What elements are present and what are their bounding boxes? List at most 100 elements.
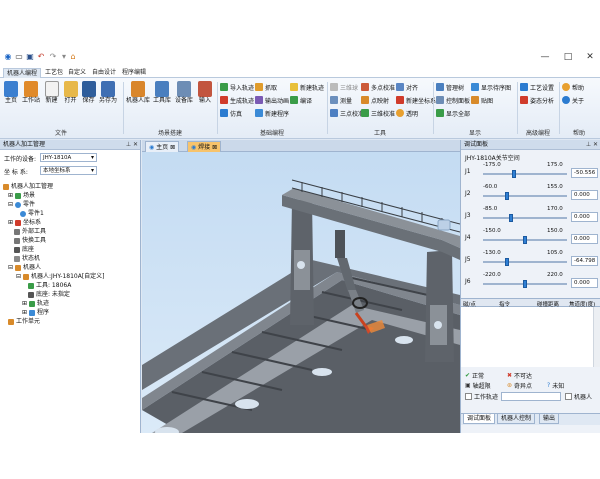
tree-item-robot[interactable]: ⊟ 机器人: [8, 264, 41, 272]
new-program-button[interactable]: 新建程序: [255, 108, 289, 118]
joint-slider-thumb[interactable]: [504, 258, 509, 266]
import-track-button[interactable]: 导入轨迹: [220, 82, 254, 92]
home-icon[interactable]: ⌂: [68, 52, 78, 62]
tab-output[interactable]: 输出: [539, 414, 560, 424]
tab-free-design[interactable]: 自由设计: [90, 68, 118, 78]
tree-item-track[interactable]: ⊞ 轨迹: [22, 300, 49, 308]
simulate-button[interactable]: 仿真: [220, 108, 242, 118]
maximize-button[interactable]: □: [561, 51, 575, 63]
process-settings-button[interactable]: 工艺设置: [520, 82, 554, 92]
tree-item-part1[interactable]: 零件1: [20, 210, 44, 218]
open-button[interactable]: 打开: [62, 81, 79, 105]
three-point-calibration-button[interactable]: 三点校准: [330, 108, 364, 118]
tree-item-work-unit[interactable]: 工作单元: [8, 318, 40, 326]
tab-custom[interactable]: 自定义: [66, 68, 88, 78]
help-button[interactable]: 帮助: [562, 82, 584, 92]
joint-slider-thumb[interactable]: [511, 170, 516, 178]
tree-item-quick-tools[interactable]: 快换工具: [14, 237, 46, 245]
tree-item-base[interactable]: 底座: [14, 246, 34, 254]
generate-track-button[interactable]: 生成轨迹: [220, 95, 254, 105]
texture-button[interactable]: 贴图: [471, 95, 493, 105]
tree-item-parts[interactable]: ⊟ 零件: [8, 201, 35, 209]
show-all-button[interactable]: 显示全部: [436, 108, 470, 118]
point-mapping-button[interactable]: 点映射: [361, 95, 389, 105]
tree-item-robot-base[interactable]: 底座: 未指定: [28, 291, 70, 299]
tree-item-program[interactable]: ⊞ 程序: [22, 309, 49, 317]
save-icon[interactable]: ▣: [25, 52, 35, 62]
tab-welding[interactable]: ◉ 焊接 ⊠: [187, 141, 222, 152]
tab-process-package[interactable]: 工艺包: [43, 68, 65, 78]
input-button[interactable]: 输入: [196, 81, 214, 105]
joint-slider-thumb[interactable]: [523, 236, 527, 244]
tool-library-button[interactable]: 工具库: [152, 81, 172, 105]
joint-value-input[interactable]: 0.000: [571, 234, 598, 244]
3d-ball-button[interactable]: 三维球: [330, 82, 358, 92]
workstation-button[interactable]: 工作站: [21, 81, 41, 105]
new-button[interactable]: 新建: [43, 81, 60, 105]
pose-analysis-button[interactable]: 姿态分析: [520, 95, 554, 105]
joint-value-input[interactable]: -50.556: [571, 168, 598, 178]
joint-slider-track[interactable]: [483, 195, 567, 197]
new-coordinate-button[interactable]: 新建坐标系: [396, 95, 436, 105]
robot-checkbox[interactable]: [565, 393, 572, 400]
align-button[interactable]: 对齐: [396, 82, 418, 92]
joint-slider-thumb[interactable]: [509, 214, 514, 222]
tab-program-edit[interactable]: 程序编辑: [120, 68, 148, 78]
work-track-checkbox[interactable]: [465, 393, 472, 400]
ribbon: 主页 工作站 新建 打开 保存 另存为 文件 机器人库 工具库 设备库 输入 场…: [0, 78, 600, 139]
pin-icon[interactable]: ⊥ ✕: [126, 140, 138, 150]
joint-value-input[interactable]: 0.000: [571, 190, 598, 200]
close-button[interactable]: ✕: [583, 51, 597, 63]
transparent-button[interactable]: 透明: [396, 108, 418, 118]
joint-slider-track[interactable]: [483, 261, 567, 263]
tree-item-coordinates[interactable]: ⊞ 坐标系: [8, 219, 41, 227]
tree-item-root[interactable]: 机器人加工管理: [3, 183, 53, 191]
export-animation-button[interactable]: 输出动画: [255, 95, 289, 105]
tree-item-external-tools[interactable]: 外部工具: [14, 228, 46, 236]
grab-button[interactable]: 抓取: [255, 82, 277, 92]
management-tree-button[interactable]: 管理树: [436, 82, 464, 92]
joint-value-input[interactable]: -64.798: [571, 256, 598, 266]
track-table-body[interactable]: [461, 307, 600, 367]
coordinate-select[interactable]: 本地坐标系: [40, 166, 97, 175]
equipment-library-button[interactable]: 设备库: [174, 81, 194, 105]
control-panel-button[interactable]: 控制面板: [436, 95, 470, 105]
3d-viewport[interactable]: [142, 140, 460, 433]
tab-home[interactable]: ◉ 主页 ⊠: [145, 141, 180, 152]
undo-icon[interactable]: ↶: [36, 52, 46, 62]
robot-library-button[interactable]: 机器人库: [125, 81, 151, 105]
joint-value-input[interactable]: 0.000: [571, 212, 598, 222]
redo-icon[interactable]: ↷: [48, 52, 58, 62]
save-as-button[interactable]: 另存为: [98, 81, 118, 105]
home-button[interactable]: 主页: [2, 81, 20, 105]
joint-value-input[interactable]: 0.000: [571, 278, 598, 288]
3d-scene[interactable]: [142, 140, 460, 433]
work-track-select[interactable]: [501, 392, 561, 401]
new-track-button[interactable]: 新建轨迹: [290, 82, 324, 92]
tree-item-state-machine[interactable]: 状态机: [14, 255, 40, 263]
3d-calibration-button[interactable]: 三维校准: [361, 108, 395, 118]
pin-icon[interactable]: ⊥ ✕: [586, 140, 598, 150]
multi-point-calibration-button[interactable]: 多点校准: [361, 82, 395, 92]
tab-robot-control[interactable]: 机器人控制: [497, 414, 536, 424]
tree-item-tool[interactable]: 工具: 1806A: [28, 282, 71, 290]
joint-slider-thumb[interactable]: [523, 280, 527, 288]
joint-slider-track[interactable]: [483, 173, 567, 175]
measure-button[interactable]: 测量: [330, 95, 352, 105]
tab-debug-panel[interactable]: 调试面板: [463, 414, 496, 424]
new-file-icon[interactable]: ▭: [14, 52, 24, 62]
tree-item-robot-model[interactable]: ⊟ 机器人:JHY-1810A[自定义]: [16, 273, 105, 281]
joint-slider-thumb[interactable]: [505, 192, 510, 200]
save-button[interactable]: 保存: [80, 81, 97, 105]
device-label: 工作的设备:: [4, 156, 37, 163]
device-select[interactable]: JHY-1810A: [40, 153, 97, 162]
tab-robot-programming[interactable]: 机器人编程: [3, 68, 41, 78]
scrollbar[interactable]: [593, 307, 600, 367]
joint-slider-track[interactable]: [483, 217, 567, 219]
tree-item-scene[interactable]: ⊞ 场景: [8, 192, 35, 200]
about-button[interactable]: 关于: [562, 95, 584, 105]
status-axis-limit: ▣ 轴超限: [465, 382, 491, 390]
compile-button[interactable]: 编译: [290, 95, 312, 105]
minimize-button[interactable]: —: [538, 51, 552, 63]
show-sequence-button[interactable]: 显示待序图: [471, 82, 511, 92]
